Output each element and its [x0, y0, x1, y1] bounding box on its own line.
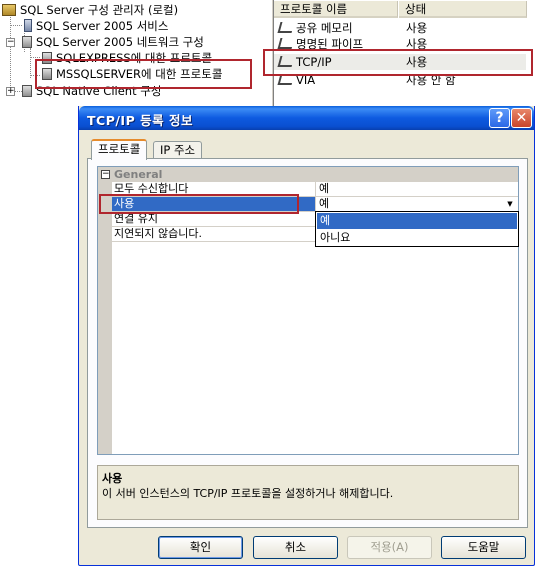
tree-item-label: SQLEXPRESS에 대한 프로토콜 [56, 51, 213, 65]
protocol-icon [42, 68, 52, 80]
protocol-name: TCP/IP [296, 55, 332, 69]
property-value-combo[interactable]: 예 ▼ [316, 197, 518, 212]
protocol-name: 명명된 파이프 [296, 37, 364, 51]
tree-item-services[interactable]: SQL Server 2005 서비스 [24, 18, 168, 34]
protocol-list: 프로토콜 이름 상태 공유 메모리 사용 명명된 파이프 사용 TCP/IP 사… [274, 0, 539, 110]
apply-button[interactable]: 적용(A) [347, 536, 432, 559]
grid-gutter [98, 227, 112, 242]
tree-line [30, 48, 31, 78]
close-icon[interactable]: ✕ [511, 108, 532, 128]
tree-line [10, 25, 22, 26]
property-name: 지연되지 않습니다. [112, 227, 316, 242]
tcpip-properties-dialog: TCP/IP 등록 정보 ? ✕ 프로토콜 IP 주소 − General 모두… [78, 106, 535, 566]
description-title: 사용 [102, 472, 123, 485]
tree-item-network-config[interactable]: SQL Server 2005 네트워크 구성 [22, 34, 204, 50]
tree-line [30, 75, 40, 76]
property-name: 모두 수신합니다 [112, 182, 316, 197]
network-icon [22, 36, 32, 48]
grid-gutter [98, 197, 112, 212]
protocol-icon [277, 74, 295, 85]
tree-item-mssqlserver-protocols[interactable]: MSSQLSERVER에 대한 프로토콜 [42, 66, 222, 82]
property-row[interactable]: 모두 수신합니다 예 [98, 182, 518, 197]
protocol-icon [277, 38, 295, 49]
protocol-row[interactable]: 명명된 파이프 사용 [274, 36, 526, 52]
cancel-button[interactable]: 취소 [253, 536, 338, 559]
grid-gutter [98, 182, 112, 197]
tree-item-label: SQL Server 2005 네트워크 구성 [36, 35, 204, 49]
tree-line [30, 57, 40, 58]
description-text: 이 서버 인스턴스의 TCP/IP 프로토콜을 설정하거나 해제합니다. [102, 487, 394, 500]
property-name: 연결 유지 [112, 212, 316, 227]
value-dropdown-list: 예 아니요 [315, 211, 519, 247]
grid-gutter [98, 212, 112, 227]
tree-item-label: SQL Native Client 구성 [36, 84, 162, 98]
help-button[interactable]: 도움말 [441, 536, 526, 559]
help-icon[interactable]: ? [489, 108, 510, 128]
console-tree: SQL Server 구성 관리자 (로컬) SQL Server 2005 서… [0, 0, 270, 110]
tree-item-label: MSSQLSERVER에 대한 프로토콜 [56, 67, 223, 81]
protocol-row[interactable]: VIA 사용 안 함 [274, 72, 526, 88]
grid-gutter [98, 242, 112, 454]
property-name: 사용 [112, 197, 316, 212]
tree-item-label: SQL Server 구성 관리자 (로컬) [20, 3, 179, 17]
expand-icon[interactable]: + [6, 87, 15, 96]
ok-button[interactable]: 확인 [158, 536, 243, 559]
protocol-row[interactable]: 공유 메모리 사용 [274, 20, 526, 36]
combo-value: 예 [319, 197, 330, 210]
property-value: 예 [316, 182, 518, 197]
tree-item-label: SQL Server 2005 서비스 [36, 19, 169, 33]
column-header-name[interactable]: 프로토콜 이름 [274, 1, 398, 18]
column-header-state[interactable]: 상태 [399, 1, 527, 18]
tree-item-native-client[interactable]: SQL Native Client 구성 [22, 83, 161, 99]
dropdown-option-no[interactable]: 아니요 [317, 230, 517, 246]
protocol-name: VIA [296, 73, 316, 87]
protocol-state: 사용 [406, 55, 428, 69]
tree-item-root[interactable]: SQL Server 구성 관리자 (로컬) [2, 2, 178, 18]
protocol-state: 사용 [406, 21, 428, 35]
collapse-icon[interactable]: − [101, 170, 110, 179]
dropdown-arrow-icon[interactable]: ▼ [503, 198, 517, 210]
protocol-icon [277, 56, 295, 67]
tab-protocol[interactable]: 프로토콜 [91, 139, 148, 160]
grid-empty-area [98, 242, 518, 454]
description-panel: 사용 이 서버 인스턴스의 TCP/IP 프로토콜을 설정하거나 해제합니다. [97, 465, 519, 520]
tree-line [14, 91, 22, 92]
service-icon [24, 19, 32, 32]
protocol-icon [277, 22, 295, 33]
protocol-name: 공유 메모리 [296, 21, 353, 35]
dropdown-option-yes[interactable]: 예 [317, 213, 517, 229]
protocol-state: 사용 [406, 37, 428, 51]
protocol-row-selected[interactable]: TCP/IP 사용 [274, 54, 526, 70]
tree-item-sqlexpress-protocols[interactable]: SQLEXPRESS에 대한 프로토콜 [42, 50, 212, 66]
client-icon [22, 85, 32, 97]
property-grid: − General 모두 수신합니다 예 사용 예 ▼ 연결 유지 지연되지 않… [97, 166, 519, 455]
collapse-icon[interactable]: − [6, 38, 15, 47]
console-root-icon [2, 4, 16, 16]
protocol-state: 사용 안 함 [406, 73, 456, 87]
category-row[interactable]: − General [98, 167, 518, 182]
dialog-title: TCP/IP 등록 정보 [87, 113, 193, 128]
property-row-selected[interactable]: 사용 예 ▼ [98, 197, 518, 212]
protocol-icon [42, 52, 52, 64]
tab-ip-address[interactable]: IP 주소 [153, 141, 203, 159]
title-bar[interactable]: TCP/IP 등록 정보 ? ✕ [79, 106, 534, 130]
category-label: General [114, 168, 163, 181]
